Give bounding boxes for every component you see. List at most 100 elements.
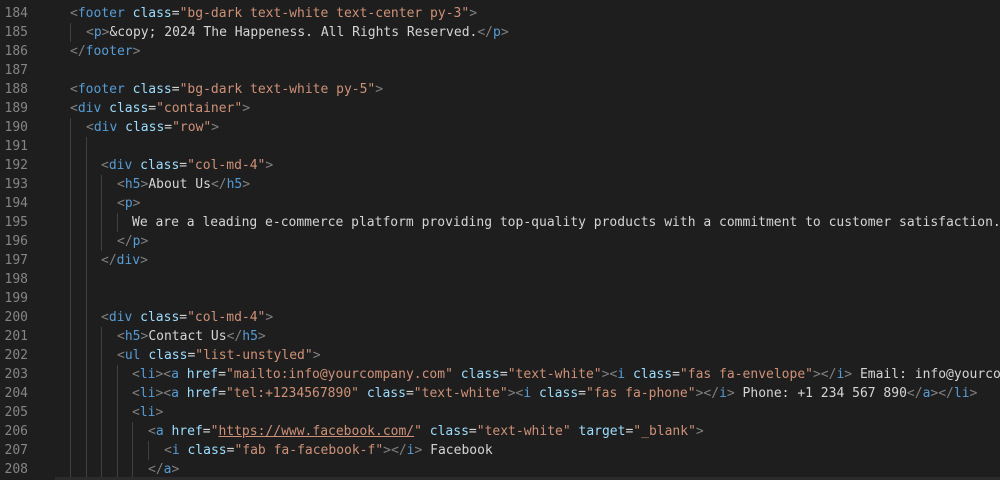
code-line[interactable]: <p> [117, 194, 140, 213]
code-token: class [366, 386, 406, 401]
code-line[interactable]: We are a leading e-commerce platform pro… [132, 213, 1000, 232]
code-line[interactable]: <div class="row"> [86, 118, 219, 137]
code-token: = [499, 367, 508, 382]
code-token: p [93, 25, 102, 40]
code-token: "bg-dark text-white py-5" [179, 82, 376, 97]
code-token: < [117, 329, 125, 344]
code-token: div [108, 310, 133, 325]
line-number: 204 [4, 386, 28, 401]
code-token: h5 [124, 177, 141, 192]
code-token: > [844, 367, 853, 382]
code-line[interactable]: <footer class="bg-dark text-white py-5"> [70, 80, 383, 99]
indent-guide [117, 365, 118, 384]
code-token: = [218, 386, 226, 401]
code-area[interactable]: <footer class="bg-dark text-white text-c… [55, 0, 1000, 480]
indent-guide [86, 270, 87, 289]
code-token: " [414, 424, 422, 439]
code-line[interactable]: <a href="https://www.facebook.com/" clas… [148, 422, 704, 441]
code-token: < [117, 196, 125, 211]
indent-guide [86, 422, 87, 441]
code-line[interactable]: <div class="col-md-4"> [101, 156, 273, 175]
code-line[interactable]: </p> [117, 232, 148, 251]
code-token: href [171, 424, 203, 439]
indent-guide [86, 384, 87, 403]
code-token: = [171, 6, 180, 21]
indent-guide [70, 270, 71, 289]
code-token: > [140, 253, 148, 268]
line-number: 186 [4, 44, 28, 59]
indent-guide [86, 194, 87, 213]
code-token: </ [101, 253, 117, 268]
code-token: li [953, 386, 970, 401]
code-token: class [148, 348, 188, 363]
indent-guide [132, 441, 133, 460]
code-line[interactable]: <h5>About Us</h5> [117, 175, 250, 194]
indent-guide [86, 137, 87, 156]
indent-guide [86, 327, 87, 346]
code-line[interactable]: <p>&copy; 2024 The Happeness. All Rights… [86, 23, 509, 42]
line-number: 205 [4, 405, 28, 420]
code-token: We are a leading e-commerce platform pro… [132, 215, 1000, 230]
indent-guide [86, 213, 87, 232]
code-line[interactable]: <div class="col-md-4"> [101, 308, 273, 327]
code-token: a [155, 424, 164, 439]
code-token: Phone: +1 234 567 890 [734, 386, 907, 401]
code-token: class [140, 310, 180, 325]
line-number: 200 [4, 310, 28, 325]
code-line[interactable]: <li><a href="mailto:info@yourcompany.com… [132, 365, 1000, 384]
code-line[interactable]: <ul class="list-unstyled"> [117, 346, 321, 365]
code-token: </ [210, 177, 227, 192]
code-token: "list-unstyled" [195, 348, 313, 363]
code-token: > [132, 44, 141, 59]
code-token: ul [124, 348, 141, 363]
code-line[interactable]: <div class="container"> [70, 99, 250, 118]
indent-guide [70, 403, 71, 422]
line-number: 208 [4, 462, 28, 477]
code-token: < [86, 25, 94, 40]
code-token: "text-white" [507, 367, 602, 382]
code-token: li [139, 367, 156, 382]
code-token: < [132, 386, 140, 401]
code-line[interactable]: </footer> [70, 42, 140, 61]
code-token: = [578, 386, 586, 401]
code-editor[interactable]: 184 185 186 187 188 189 190 191 192 193 194 195 196 1… [0, 0, 1000, 480]
code-line[interactable]: <li><a href="tel:+1234567890" class="tex… [132, 384, 977, 403]
code-token: &copy; [109, 25, 157, 40]
code-token: ></ [930, 386, 954, 401]
code-token: footer [77, 82, 125, 97]
line-number: 193 [4, 177, 28, 192]
indent-guide [132, 422, 133, 441]
indent-guide [117, 213, 118, 232]
indent-guide [86, 365, 87, 384]
code-token: class [539, 386, 579, 401]
code-line[interactable]: </div> [101, 251, 148, 270]
indent-guide [101, 441, 102, 460]
code-token: "col-md-4" [187, 310, 266, 325]
code-line[interactable]: <h5>Contact Us</h5> [117, 327, 266, 346]
line-number: 185 [4, 25, 28, 40]
indent-guide [86, 175, 87, 194]
code-token: i [617, 367, 626, 382]
code-token: >< [507, 386, 524, 401]
code-token: > [242, 101, 251, 116]
code-token: "tel:+1234567890" [225, 386, 359, 401]
code-token: i [719, 386, 727, 401]
indent-guide [86, 346, 87, 365]
code-line[interactable]: <li> [132, 403, 163, 422]
indent-guide [117, 441, 118, 460]
code-token: a [171, 386, 179, 401]
code-token: div [108, 158, 133, 173]
code-token: > [726, 386, 735, 401]
code-token: > [155, 405, 164, 420]
code-line[interactable]: <i class="fab fa-facebook-f"></i> Facebo… [164, 441, 493, 460]
code-token: > [211, 120, 220, 135]
line-number: 194 [4, 196, 28, 211]
code-line[interactable]: <footer class="bg-dark text-white text-c… [70, 4, 477, 23]
